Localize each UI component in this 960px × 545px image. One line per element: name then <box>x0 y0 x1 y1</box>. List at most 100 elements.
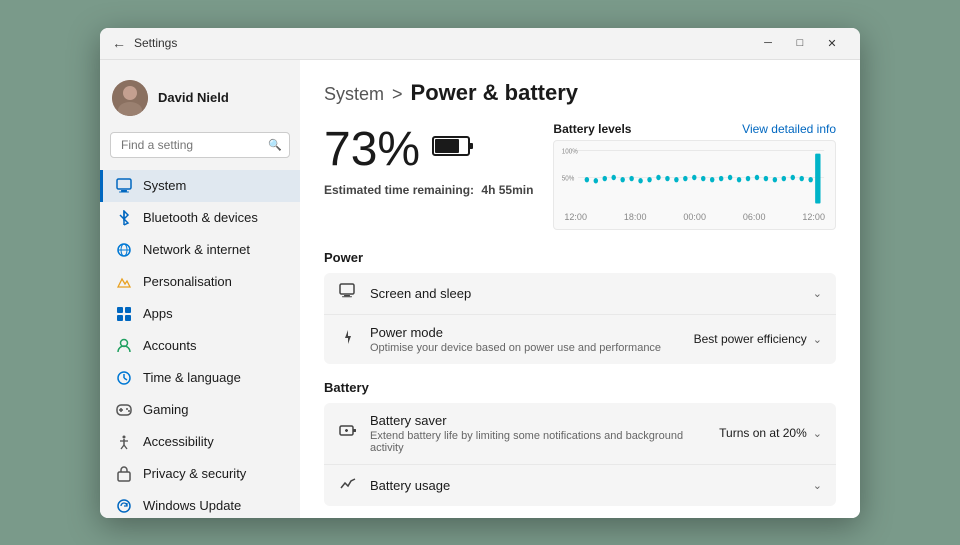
screen-sleep-right: ⌄ <box>813 287 822 300</box>
estimated-value: 4h 55min <box>481 183 533 197</box>
chart-svg: 100% 50% <box>560 145 829 210</box>
screen-sleep-text: Screen and sleep <box>370 286 801 301</box>
sidebar-item-label-bluetooth: Bluetooth & devices <box>143 210 258 225</box>
power-section: Power Screen and sleep ⌄ <box>324 250 836 364</box>
breadcrumb-system: System <box>324 84 384 105</box>
battery-top-section: 73% Estimated time remaining: 4h 55min <box>324 122 836 230</box>
battery-saver-title: Battery saver <box>370 413 707 428</box>
accessibility-icon <box>115 433 133 451</box>
bluetooth-icon <box>115 209 133 227</box>
sidebar-item-bluetooth[interactable]: Bluetooth & devices <box>100 202 300 234</box>
sidebar-item-accounts[interactable]: Accounts <box>100 330 300 362</box>
battery-chart-area: Battery levels View detailed info 100% 5… <box>553 122 836 230</box>
battery-chart: 100% 50% <box>553 140 836 230</box>
chart-title: Battery levels <box>553 122 631 136</box>
sidebar-item-label-accessibility: Accessibility <box>143 434 214 449</box>
view-detailed-info-link[interactable]: View detailed info <box>742 122 836 136</box>
search-input[interactable] <box>110 132 290 158</box>
x-label-0600: 06:00 <box>743 212 766 222</box>
power-mode-row[interactable]: Power mode Optimise your device based on… <box>324 315 836 364</box>
battery-usage-text: Battery usage <box>370 478 801 493</box>
network-icon <box>115 241 133 259</box>
system-icon <box>115 177 133 195</box>
battery-saver-value: Turns on at 20% <box>719 426 807 440</box>
update-icon <box>115 497 133 515</box>
battery-usage-icon <box>338 475 358 496</box>
sidebar-item-update[interactable]: Windows Update <box>100 490 300 518</box>
battery-settings-card: Battery saver Extend battery life by lim… <box>324 403 836 506</box>
sidebar-item-accessibility[interactable]: Accessibility <box>100 426 300 458</box>
svg-text:50%: 50% <box>562 175 575 183</box>
battery-saver-row[interactable]: Battery saver Extend battery life by lim… <box>324 403 836 465</box>
time-icon <box>115 369 133 387</box>
sidebar-item-system[interactable]: System <box>100 170 300 202</box>
power-mode-title: Power mode <box>370 325 682 340</box>
power-mode-text: Power mode Optimise your device based on… <box>370 325 682 354</box>
battery-usage-chevron: ⌄ <box>813 479 822 492</box>
accounts-icon <box>115 337 133 355</box>
percentage-value: 73% <box>324 122 420 177</box>
sidebar-item-network[interactable]: Network & internet <box>100 234 300 266</box>
breadcrumb-separator: > <box>392 84 403 105</box>
sidebar-item-personalisation[interactable]: Personalisation <box>100 266 300 298</box>
sidebar-item-label-personalisation: Personalisation <box>143 274 232 289</box>
sidebar-item-label-time: Time & language <box>143 370 241 385</box>
battery-percentage: 73% <box>324 122 533 177</box>
content-area: David Nield 🔍 System Bluetooth & devices <box>100 60 860 518</box>
screen-sleep-title: Screen and sleep <box>370 286 801 301</box>
battery-icon-large <box>432 133 474 165</box>
sidebar-item-time[interactable]: Time & language <box>100 362 300 394</box>
battery-saver-right: Turns on at 20% ⌄ <box>719 426 822 440</box>
close-button[interactable]: ✕ <box>816 28 848 60</box>
battery-saver-desc: Extend battery life by limiting some not… <box>370 430 707 454</box>
chart-x-labels: 12:00 18:00 00:00 06:00 12:00 <box>560 212 829 222</box>
screen-sleep-row[interactable]: Screen and sleep ⌄ <box>324 273 836 315</box>
screen-sleep-chevron: ⌄ <box>813 287 822 300</box>
personalisation-icon <box>115 273 133 291</box>
sidebar-item-label-privacy: Privacy & security <box>143 466 246 481</box>
battery-info: 73% Estimated time remaining: 4h 55min <box>324 122 533 230</box>
power-mode-chevron: ⌄ <box>813 333 822 346</box>
power-mode-right[interactable]: Best power efficiency ⌄ <box>694 332 822 346</box>
x-label-0000: 00:00 <box>683 212 706 222</box>
user-profile: David Nield <box>100 72 300 132</box>
x-label-1200: 12:00 <box>564 212 587 222</box>
battery-saver-chevron: ⌄ <box>813 427 822 440</box>
estimated-label: Estimated time remaining: <box>324 183 474 197</box>
privacy-icon <box>115 465 133 483</box>
minimize-button[interactable]: ─ <box>752 28 784 60</box>
sidebar-item-label-apps: Apps <box>143 306 173 321</box>
battery-usage-title: Battery usage <box>370 478 801 493</box>
page-title: Power & battery <box>411 80 579 106</box>
power-settings-card: Screen and sleep ⌄ Power mode Op <box>324 273 836 364</box>
power-mode-value: Best power efficiency <box>694 332 807 346</box>
x-label-1200b: 12:00 <box>802 212 825 222</box>
titlebar: ← Settings ─ □ ✕ <box>100 28 860 60</box>
svg-text:100%: 100% <box>562 148 578 156</box>
window-title: Settings <box>134 36 752 50</box>
sidebar-item-label-gaming: Gaming <box>143 402 189 417</box>
search-icon: 🔍 <box>268 138 282 151</box>
maximize-button[interactable]: □ <box>784 28 816 60</box>
apps-icon <box>115 305 133 323</box>
battery-usage-right: ⌄ <box>813 479 822 492</box>
sidebar-item-gaming[interactable]: Gaming <box>100 394 300 426</box>
user-name: David Nield <box>158 90 229 105</box>
power-mode-desc: Optimise your device based on power use … <box>370 342 682 354</box>
settings-window: ← Settings ─ □ ✕ David Nield <box>100 28 860 518</box>
back-button[interactable]: ← <box>112 35 126 51</box>
x-label-1800: 18:00 <box>624 212 647 222</box>
battery-section-main: Battery Battery saver Extend battery lif… <box>324 380 836 506</box>
screen-sleep-icon <box>338 283 358 304</box>
sidebar-item-label-update: Windows Update <box>143 498 241 513</box>
battery-saver-text: Battery saver Extend battery life by lim… <box>370 413 707 454</box>
battery-saver-icon <box>338 423 358 444</box>
window-controls: ─ □ ✕ <box>752 28 848 60</box>
sidebar-item-apps[interactable]: Apps <box>100 298 300 330</box>
estimated-time: Estimated time remaining: 4h 55min <box>324 183 533 197</box>
power-section-label: Power <box>324 250 836 265</box>
battery-usage-row[interactable]: Battery usage ⌄ <box>324 465 836 506</box>
chart-header: Battery levels View detailed info <box>553 122 836 136</box>
power-mode-icon <box>338 329 358 350</box>
sidebar-item-privacy[interactable]: Privacy & security <box>100 458 300 490</box>
